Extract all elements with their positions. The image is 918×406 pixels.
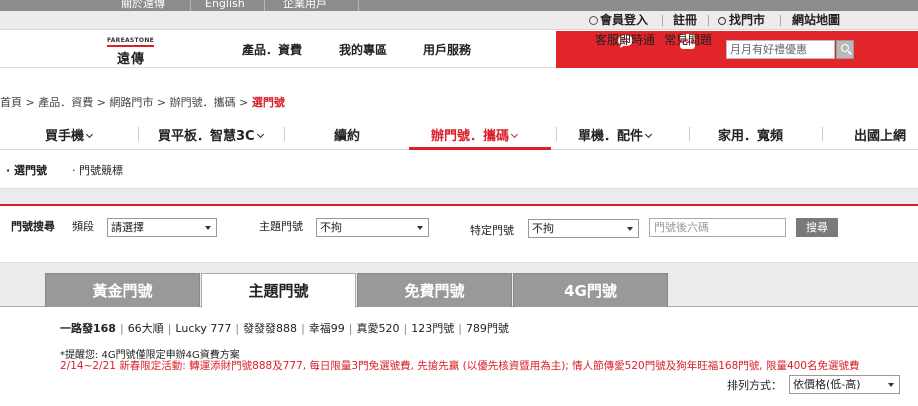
sitemap-link[interactable]: 網站地圖: [792, 12, 840, 29]
cat-tablet[interactable]: 買平板．智慧3C: [158, 125, 264, 144]
enterprise-link[interactable]: 企業用戶: [283, 0, 327, 10]
breadcrumb-path[interactable]: 首頁 > 產品．資費 > 網路門市 > 辦門號．攜碼 >: [0, 96, 252, 109]
dropdown-arrow-icon: [205, 226, 211, 230]
category-nav: 買手機 買平板．智慧3C 續約 辦門號．攜碼 單機．配件 家用．寬頻 出國上網: [0, 120, 918, 150]
band-label: 頻段: [72, 220, 94, 233]
sort-label: 排列方式：: [727, 379, 782, 392]
logo-text-zh: 遠傳: [117, 52, 146, 67]
register-link[interactable]: 註冊: [673, 12, 697, 29]
section-divider: [0, 204, 918, 206]
cat-new-number[interactable]: 辦門號．攜碼: [431, 125, 519, 144]
logo-text-en: FAREASTONE: [107, 37, 155, 47]
faq-label[interactable]: 常見問題: [664, 31, 712, 48]
divider: [708, 15, 709, 26]
login-link[interactable]: 會員登入: [589, 12, 648, 29]
tab-free-number[interactable]: 免費門號: [357, 273, 512, 307]
band-select[interactable]: 請選擇: [107, 218, 217, 237]
user-icon: [589, 16, 598, 25]
divider: [556, 127, 557, 141]
site-search-button[interactable]: [836, 40, 854, 59]
special-label: 特定門號: [470, 224, 514, 237]
store-label: 找門市: [729, 13, 766, 27]
login-label: 會員登入: [600, 13, 649, 27]
filter-title: 門號搜尋: [11, 220, 55, 233]
tab-gold-number[interactable]: 黃金門號: [45, 273, 200, 307]
divider: [780, 15, 781, 26]
promo-text: 2/14~2/21 新春限定活動: 轉運添財門號888及777, 每日限量3門免…: [60, 360, 860, 372]
about-link[interactable]: 關於遠傳: [121, 0, 165, 10]
chevron-down-icon: [510, 130, 519, 139]
dropdown-arrow-icon: [627, 227, 633, 231]
search-icon: [718, 17, 726, 25]
site-search-input[interactable]: 月月有好禮優惠: [726, 40, 835, 59]
tab-4g-number[interactable]: 4G門號: [513, 273, 668, 307]
tab-theme-number[interactable]: 主題門號: [201, 273, 356, 308]
number-link[interactable]: 一路發168: [60, 322, 116, 335]
store-link[interactable]: 找門市: [718, 12, 765, 29]
section-strip: [0, 188, 918, 204]
divider: [190, 0, 191, 11]
nav-my-area[interactable]: 我的專區: [339, 41, 387, 58]
theme-number-links: 一路發168 | 66大順 | Lucky 777 | 發發發888 | 幸福99 | 真愛520 |…: [60, 322, 509, 335]
theme-select[interactable]: 不拘: [316, 218, 429, 237]
divider: [689, 127, 690, 141]
cat-renew[interactable]: 續約: [334, 125, 360, 144]
chevron-down-icon: [85, 130, 94, 139]
top-utility-bar: 關於遠傳 English 企業用戶: [0, 0, 918, 11]
english-link[interactable]: English: [205, 0, 245, 10]
divider: [822, 127, 823, 141]
number-link[interactable]: 66大順: [128, 322, 164, 335]
breadcrumb-current: 選門號: [251, 96, 285, 109]
divider: [264, 0, 265, 11]
divider: [138, 127, 139, 141]
number-link[interactable]: Lucky 777: [175, 322, 231, 335]
number-tail-input[interactable]: 門號後六碼: [649, 218, 786, 237]
divider: [662, 15, 663, 26]
active-indicator: [409, 147, 551, 150]
divider: [284, 127, 285, 141]
number-link[interactable]: 發發發888: [243, 322, 297, 335]
subnav-select-number[interactable]: · 選門號: [6, 162, 47, 178]
chat-label[interactable]: 客服即時通: [595, 31, 655, 48]
cat-home-broadband[interactable]: 家用．寬頻: [718, 125, 783, 144]
nav-products[interactable]: 產品．資費: [242, 41, 302, 58]
sort-select[interactable]: 依價格(低-高): [789, 375, 900, 394]
member-bar: 會員登入 註冊 找門市 網站地圖: [0, 11, 918, 30]
number-link[interactable]: 123門號: [411, 322, 454, 335]
fareastone-logo[interactable]: FAREASTONE 遠傳: [107, 37, 173, 67]
dropdown-arrow-icon: [417, 226, 423, 230]
breadcrumb: 首頁 > 產品．資費 > 網路門市 > 辦門號．攜碼 > 選門號: [0, 94, 285, 110]
cat-roaming[interactable]: 出國上網: [854, 125, 906, 144]
nav-service[interactable]: 用戶服務: [423, 41, 471, 58]
site-header: FAREASTONE 遠傳 產品．資費 我的專區 用戶服務 客服即時通 Q&A …: [0, 31, 918, 68]
chevron-down-icon: [644, 130, 653, 139]
cat-phone[interactable]: 買手機: [45, 125, 94, 144]
dropdown-arrow-icon: [888, 383, 894, 387]
chevron-down-icon: [256, 130, 264, 139]
theme-label: 主題門號: [259, 220, 303, 233]
number-link[interactable]: 幸福99: [309, 322, 345, 335]
special-select[interactable]: 不拘: [528, 219, 639, 238]
divider: [358, 0, 359, 11]
subnav-auction[interactable]: · 門號競標: [72, 162, 123, 178]
cat-accessories[interactable]: 單機．配件: [578, 125, 653, 144]
number-link[interactable]: 真愛520: [357, 322, 400, 335]
search-button[interactable]: 搜尋: [796, 218, 838, 237]
number-link[interactable]: 789門號: [466, 322, 509, 335]
